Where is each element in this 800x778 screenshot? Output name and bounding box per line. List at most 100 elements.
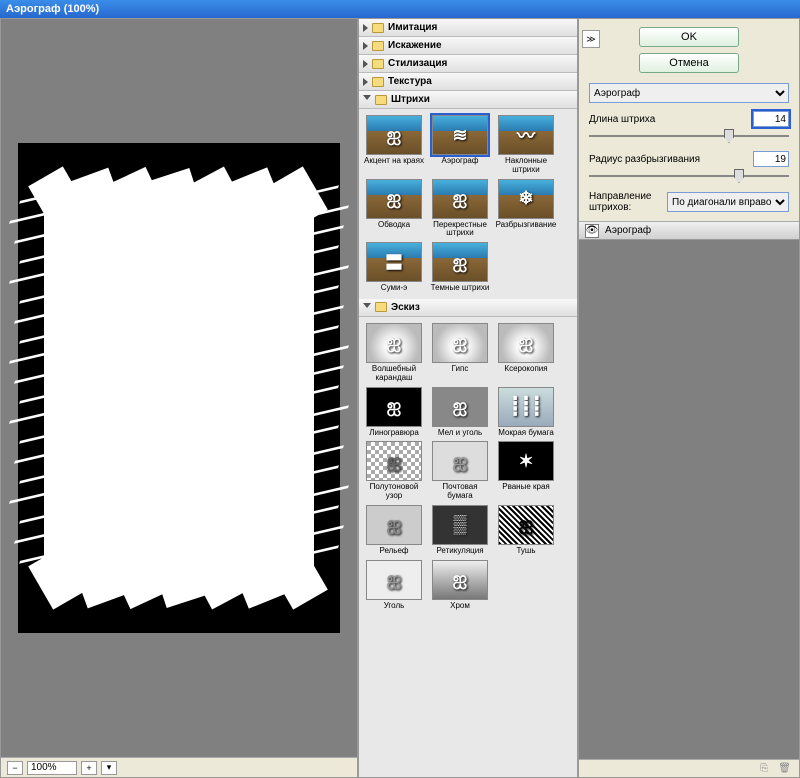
filter-sumi-e[interactable]: 〓Суми-э — [363, 242, 425, 293]
chevron-down-icon — [363, 303, 371, 312]
new-effect-layer-icon[interactable]: ⎘ — [760, 763, 768, 774]
thumb-label: Рельеф — [379, 547, 408, 556]
thumb-label: Перекрестные штрихи — [429, 221, 491, 239]
thumb-label: Тушь — [516, 547, 535, 556]
thumb-label: Почтовая бумага — [429, 483, 491, 501]
canvas-viewport[interactable] — [1, 19, 357, 757]
layers-empty-area — [579, 240, 799, 759]
effect-layer-name: Аэрограф — [605, 225, 651, 236]
thumb-label: Обводка — [378, 221, 410, 230]
category-stylize[interactable]: Стилизация — [359, 55, 577, 73]
ok-button[interactable]: OK — [639, 27, 739, 47]
filter-select[interactable]: Аэрограф — [589, 83, 789, 103]
zoom-toolbar: − + ▾ — [1, 757, 357, 777]
collapse-button[interactable]: ≫ — [582, 30, 600, 48]
effect-layers-panel: 👁 Аэрограф ⎘ 🗑 — [579, 222, 799, 777]
filter-crosshatch[interactable]: ஐПерекрестные штрихи — [429, 179, 491, 239]
thumb-label: Темные штрихи — [431, 284, 490, 293]
param-label: Радиус разбрызгивания — [589, 154, 700, 165]
filter-ink-outlines[interactable]: ஐОбводка — [363, 179, 425, 239]
folder-icon — [372, 59, 384, 69]
stroke-length-input[interactable] — [753, 111, 789, 127]
zoom-out-button[interactable]: − — [7, 761, 23, 775]
zoom-input[interactable] — [27, 761, 77, 775]
thumb-label: Разбрызгивание — [496, 221, 557, 230]
category-imitation[interactable]: Имитация — [359, 19, 577, 37]
thumb-label: Акцент на краях — [364, 157, 424, 166]
filter-note-paper[interactable]: ஐПочтовая бумага — [429, 441, 491, 501]
folder-icon — [372, 41, 384, 51]
filter-photocopy[interactable]: ஐКсерокопия — [495, 323, 557, 383]
zoom-menu-button[interactable]: ▾ — [101, 761, 117, 775]
thumb-label: Гипс — [452, 365, 469, 374]
thumb-label: Ксерокопия — [504, 365, 547, 374]
chevron-down-icon — [363, 95, 371, 104]
thumb-label: Полутоновой узор — [363, 483, 425, 501]
zoom-in-button[interactable]: + — [81, 761, 97, 775]
thumb-label: Наклонные штрихи — [495, 157, 557, 175]
category-distortion[interactable]: Искажение — [359, 37, 577, 55]
folder-icon — [375, 95, 387, 105]
chevron-right-icon — [363, 42, 368, 50]
category-sketch[interactable]: Эскиз — [359, 299, 577, 317]
stroke-length-slider[interactable] — [589, 129, 789, 143]
category-label: Искажение — [388, 40, 442, 51]
category-texture[interactable]: Текстура — [359, 73, 577, 91]
spray-radius-slider[interactable] — [589, 169, 789, 183]
strokes-thumbs: ஐАкцент на краях ≋Аэрограф 〰Наклонные шт… — [359, 109, 577, 299]
spray-radius-input[interactable] — [753, 151, 789, 167]
param-label: Направление штрихов: — [589, 191, 661, 213]
filter-reticulation[interactable]: ▒Ретикуляция — [429, 505, 491, 556]
chevron-right-icon — [363, 78, 368, 86]
chevron-right-icon — [363, 24, 368, 32]
thumb-label: Аэрограф — [442, 157, 479, 166]
filter-accent-edges[interactable]: ஐАкцент на краях — [363, 115, 425, 175]
filter-spatter[interactable]: ❄Разбрызгивание — [495, 179, 557, 239]
param-spray-radius: Радиус разбрызгивания — [589, 151, 789, 183]
category-strokes[interactable]: Штрихи — [359, 91, 577, 109]
title-bar: Аэрограф (100%) — [0, 0, 800, 18]
filter-charcoal[interactable]: ஐУголь — [363, 560, 425, 611]
folder-icon — [372, 23, 384, 33]
category-label: Имитация — [388, 22, 437, 33]
effect-layer-row[interactable]: 👁 Аэрограф — [579, 222, 799, 240]
filter-plaster[interactable]: ஐГипс — [429, 323, 491, 383]
filter-dark-strokes[interactable]: ஐТемные штрихи — [429, 242, 491, 293]
thumb-label: Мокрая бумага — [498, 429, 554, 438]
category-label: Стилизация — [388, 58, 447, 69]
filter-stamp[interactable]: ஐЛиногравюра — [363, 387, 425, 438]
param-direction: Направление штрихов: По диагонали вправо — [589, 191, 789, 213]
chevron-right-icon — [363, 60, 368, 68]
thumb-label: Уголь — [384, 602, 405, 611]
filter-bas-relief[interactable]: ஐРельеф — [363, 505, 425, 556]
category-label: Текстура — [388, 76, 432, 87]
filter-gallery[interactable]: Имитация Искажение Стилизация Текстура Ш… — [358, 18, 578, 778]
filter-water-paper[interactable]: ┋┋┋Мокрая бумага — [495, 387, 557, 438]
preview-canvas — [18, 143, 340, 633]
filter-chalk-charcoal[interactable]: ஐМел и уголь — [429, 387, 491, 438]
category-label: Эскиз — [391, 302, 420, 313]
visibility-toggle-icon[interactable]: 👁 — [585, 224, 599, 238]
filter-torn-edges[interactable]: ✶Рваные края — [495, 441, 557, 501]
param-stroke-length: Длина штриха — [589, 111, 789, 143]
thumb-label: Хром — [450, 602, 470, 611]
delete-effect-layer-icon[interactable]: 🗑 — [778, 763, 791, 774]
filter-angled-strokes[interactable]: 〰Наклонные штрихи — [495, 115, 557, 175]
category-label: Штрихи — [391, 94, 430, 105]
filter-graphic-pen[interactable]: ஐТушь — [495, 505, 557, 556]
window-title: Аэрограф (100%) — [6, 3, 99, 15]
filter-spray[interactable]: ≋Аэрограф — [429, 115, 491, 175]
filter-halftone-pattern[interactable]: ஐПолутоновой узор — [363, 441, 425, 501]
folder-icon — [372, 77, 384, 87]
filter-conte-crayon[interactable]: ஐВолшебный карандаш — [363, 323, 425, 383]
sketch-thumbs: ஐВолшебный карандаш ஐГипс ஐКсерокопия ஐЛ… — [359, 317, 577, 617]
thumb-label: Рваные края — [502, 483, 550, 492]
settings-pane: ≫ OK Отмена Аэрограф Длина штриха Радиус… — [578, 18, 800, 778]
cancel-button[interactable]: Отмена — [639, 53, 739, 73]
direction-select[interactable]: По диагонали вправо — [667, 192, 789, 212]
thumb-label: Суми-э — [381, 284, 407, 293]
thumb-label: Мел и уголь — [438, 429, 482, 438]
filter-chrome[interactable]: ஐХром — [429, 560, 491, 611]
param-label: Длина штриха — [589, 114, 655, 125]
thumb-label: Ретикуляция — [436, 547, 483, 556]
